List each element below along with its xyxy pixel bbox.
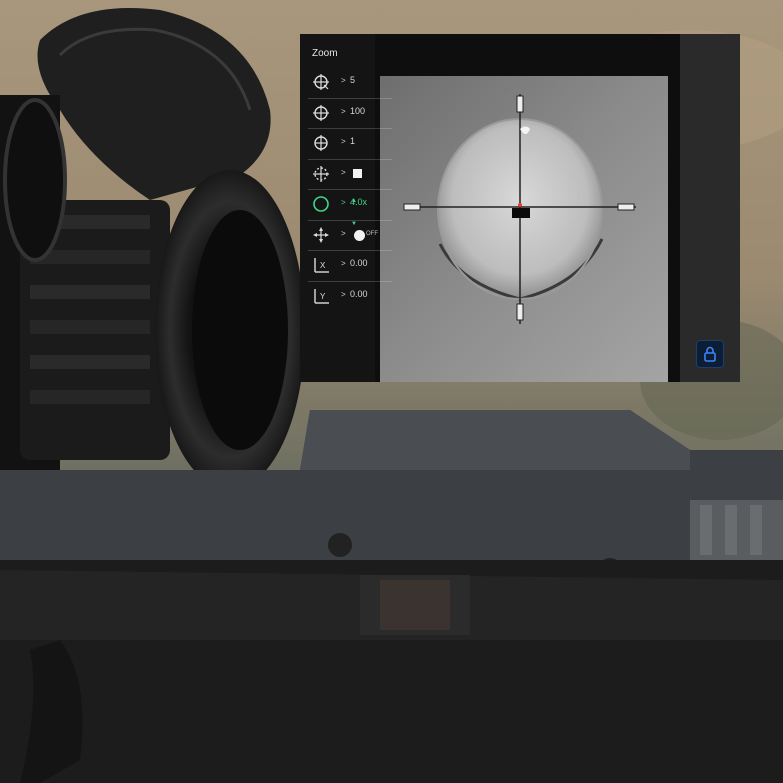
menu-item-x-offset[interactable]: X > 0.00 (308, 251, 392, 282)
menu-item-reticle-type[interactable]: > 1 (308, 129, 392, 160)
menu-item-y-offset[interactable]: Y > 0.00 (308, 282, 392, 312)
chevron-right-icon: > (341, 76, 346, 85)
chevron-right-icon: > (341, 228, 346, 238)
menu-item-reticle-color[interactable]: > (308, 160, 392, 190)
svg-text:X: X (320, 261, 326, 270)
toggle-knob (354, 229, 365, 241)
menu-title: Zoom (312, 48, 338, 59)
menu-item-value: 5 (350, 75, 356, 85)
settings-menu: Zoom > 5 > 100 > 1 > > ▲ ▼ 4.0x > OFF X … (308, 40, 392, 311)
lock-icon (704, 346, 716, 362)
menu-item-zoom-step[interactable]: > 5 (308, 68, 392, 99)
reticle-type-icon (314, 135, 328, 151)
chevron-right-icon: > (341, 137, 346, 146)
menu-item-value: 0.00 (350, 288, 368, 299)
toggle-label: OFF (366, 230, 378, 237)
menu-item-value: 100 (350, 105, 366, 116)
chevron-right-icon: > (341, 289, 346, 299)
chevron-right-icon: > (341, 259, 346, 268)
menu-item-value: 0.00 (350, 258, 368, 268)
reticle-color-icon (313, 165, 329, 182)
x-offset-icon: X (314, 258, 329, 273)
zoom-step-icon (313, 74, 329, 90)
menu-item-distance[interactable]: > 100 (308, 99, 392, 129)
color-swatch (353, 168, 362, 178)
menu-item-brightness[interactable]: > OFF (308, 221, 392, 251)
zoom-icon (313, 196, 329, 212)
menu-item-zoom[interactable]: > ▲ ▼ 4.0x (308, 190, 392, 227)
svg-text:Y: Y (320, 292, 326, 301)
menu-item-value: 1 (350, 136, 356, 146)
y-offset-icon: Y (314, 288, 329, 304)
thermal-sight-display: Zoom > 5 > 100 > 1 > > ▲ ▼ 4.0x > OFF X … (300, 34, 740, 382)
chevron-right-icon: > (341, 106, 346, 116)
menu-item-value: 4.0x (350, 197, 368, 207)
chevron-right-icon: > (341, 198, 346, 207)
chevron-right-icon: > (341, 167, 346, 177)
lock-button[interactable] (696, 340, 724, 368)
brightness-icon (313, 226, 329, 243)
distance-icon (313, 104, 329, 121)
